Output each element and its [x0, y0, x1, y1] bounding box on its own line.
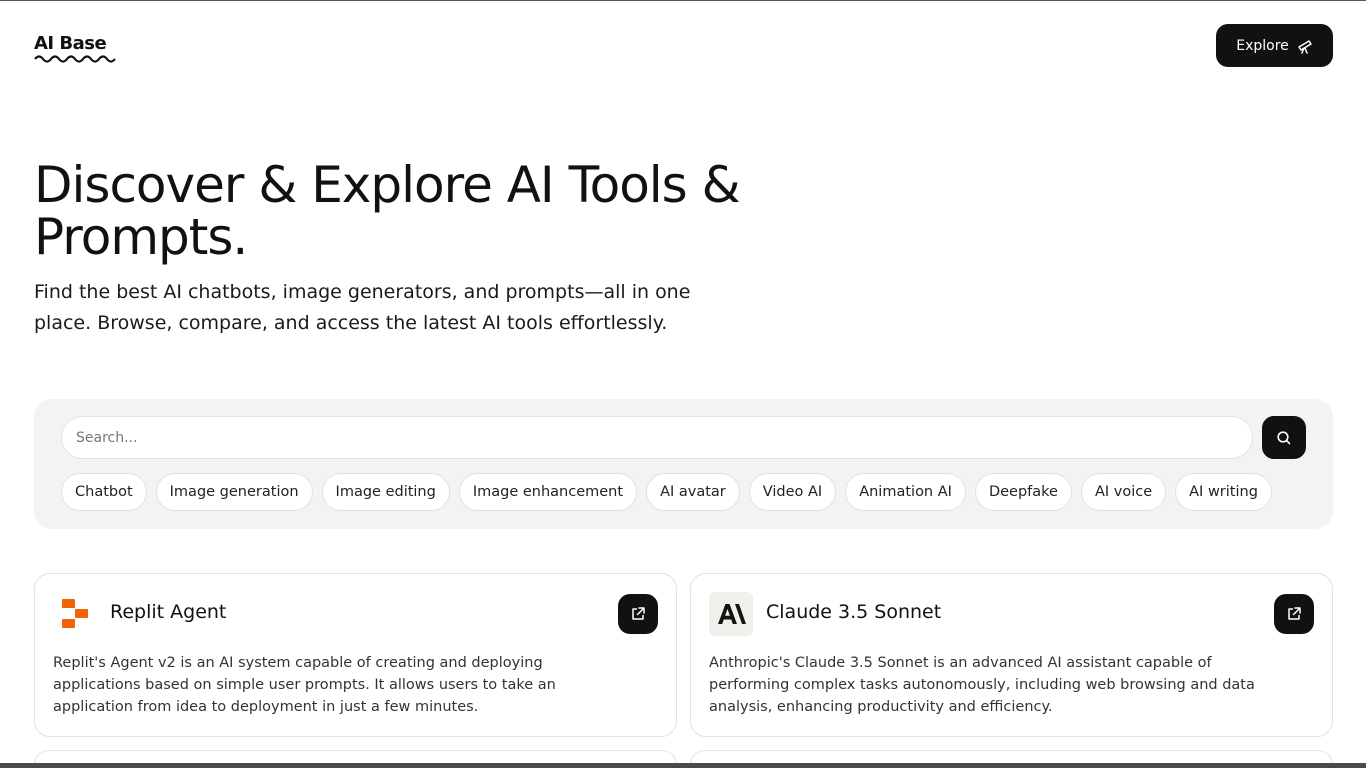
- category-chips: Chatbot Image generation Image editing I…: [61, 473, 1306, 513]
- tool-card-title: Replit Agent: [110, 601, 227, 623]
- tool-card-description: Anthropic's Claude 3.5 Sonnet is an adva…: [709, 655, 1255, 715]
- category-chip-ai-avatar[interactable]: AI avatar: [646, 473, 740, 511]
- hero-subtitle: Find the best AI chatbots, image generat…: [34, 281, 691, 334]
- category-chip-animation-ai[interactable]: Animation AI: [845, 473, 966, 511]
- search-icon: [1277, 430, 1291, 444]
- open-link-button[interactable]: [1274, 594, 1314, 634]
- anthropic-logo-icon: [709, 592, 753, 636]
- category-chip-image-generation[interactable]: Image generation: [155, 473, 313, 511]
- tool-card-description: Replit's Agent v2 is an AI system capabl…: [53, 655, 556, 715]
- bottom-edge: [0, 763, 1366, 768]
- category-chip-chatbot[interactable]: Chatbot: [61, 473, 147, 511]
- external-link-icon: [1288, 607, 1301, 620]
- category-chip-image-editing[interactable]: Image editing: [321, 473, 450, 511]
- category-chip-ai-voice[interactable]: AI voice: [1080, 473, 1167, 511]
- open-link-button[interactable]: [618, 594, 658, 634]
- tool-card[interactable]: Claude 3.5 Sonnet Anthropic's Claude 3.5…: [690, 573, 1333, 737]
- tool-card[interactable]: Replit Agent Replit's Agent v2 is an AI …: [34, 573, 677, 737]
- explore-button-label: Explore: [1236, 37, 1289, 54]
- explore-button[interactable]: Explore: [1216, 24, 1333, 67]
- search-input[interactable]: [61, 416, 1253, 459]
- category-chip-ai-writing[interactable]: AI writing: [1175, 473, 1272, 511]
- search-panel: Chatbot Image generation Image editing I…: [34, 399, 1333, 529]
- category-chip-deepfake[interactable]: Deepfake: [974, 473, 1072, 511]
- category-chip-video-ai[interactable]: Video AI: [748, 473, 837, 511]
- tool-card-title: Claude 3.5 Sonnet: [766, 601, 942, 623]
- site-logo[interactable]: AI Base: [34, 33, 116, 63]
- hero-title: Discover & Explore AI Tools & Prompts.: [34, 156, 741, 266]
- telescope-icon: [1298, 39, 1312, 54]
- external-link-icon: [632, 607, 645, 620]
- category-chip-image-enhancement[interactable]: Image enhancement: [458, 473, 638, 511]
- replit-logo-icon: [53, 592, 97, 636]
- search-button[interactable]: [1262, 416, 1306, 459]
- logo-text: AI Base: [34, 33, 107, 54]
